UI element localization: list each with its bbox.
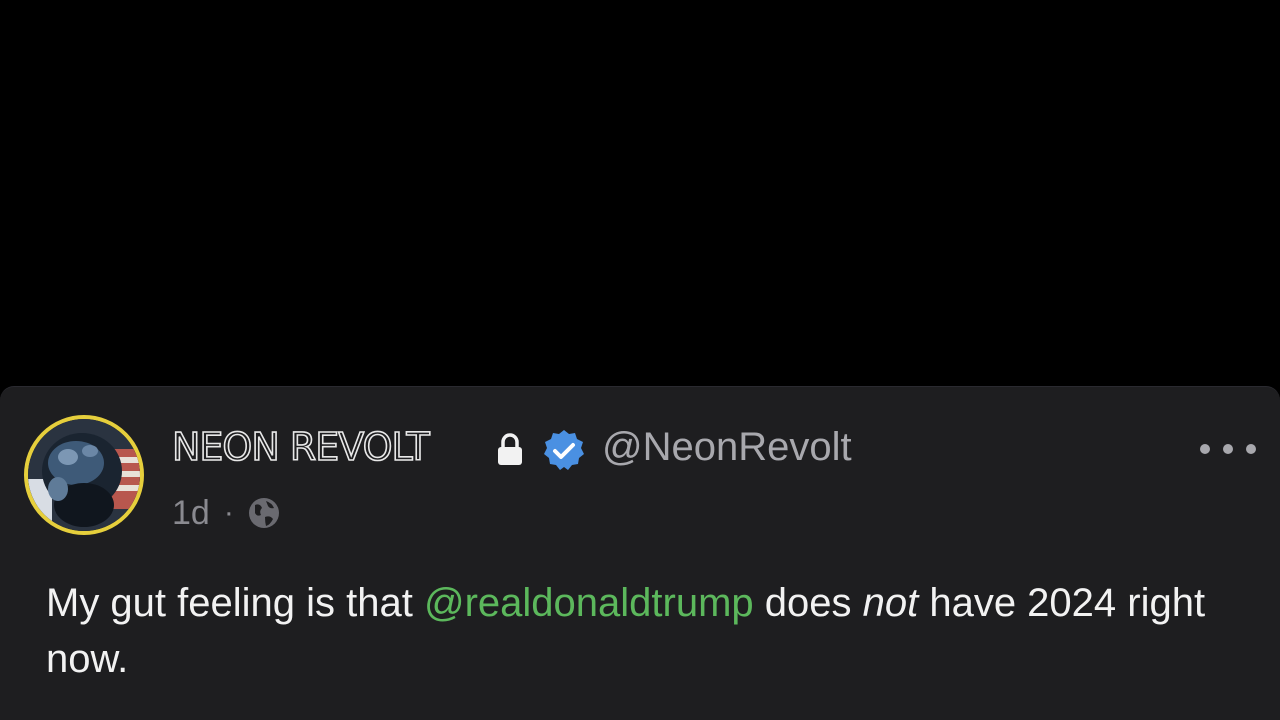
mention-link[interactable]: @realdonaldtrump [424,581,754,625]
meta-separator: · [223,496,234,529]
post-text-part: does [753,581,863,625]
avatar-image [28,419,140,531]
empty-media-area [0,0,1280,386]
more-options-button[interactable] [1200,435,1256,463]
more-options-icon [1200,444,1210,454]
post-age[interactable]: 1d [172,494,210,533]
globe-icon [248,498,279,528]
post-text: My gut feeling is that @realdonaldtrump … [46,575,1246,687]
avatar[interactable] [24,415,144,535]
screen: NEON REVOLT @NeonRevolt 1d · My gut feel… [0,0,1280,720]
more-options-icon-dot [1246,444,1256,454]
post-meta: 1d · [172,491,282,535]
verified-badge-icon [544,430,584,470]
post-text-part: My gut feeling is that [46,581,424,625]
lock-icon [498,433,522,465]
author-name[interactable]: NEON REVOLT [171,424,430,470]
post-text-emphasis: not [862,581,919,625]
author-handle[interactable]: @NeonRevolt [602,425,852,469]
post-card: NEON REVOLT @NeonRevolt 1d · My gut feel… [0,386,1280,720]
more-options-icon-dot [1223,444,1233,454]
